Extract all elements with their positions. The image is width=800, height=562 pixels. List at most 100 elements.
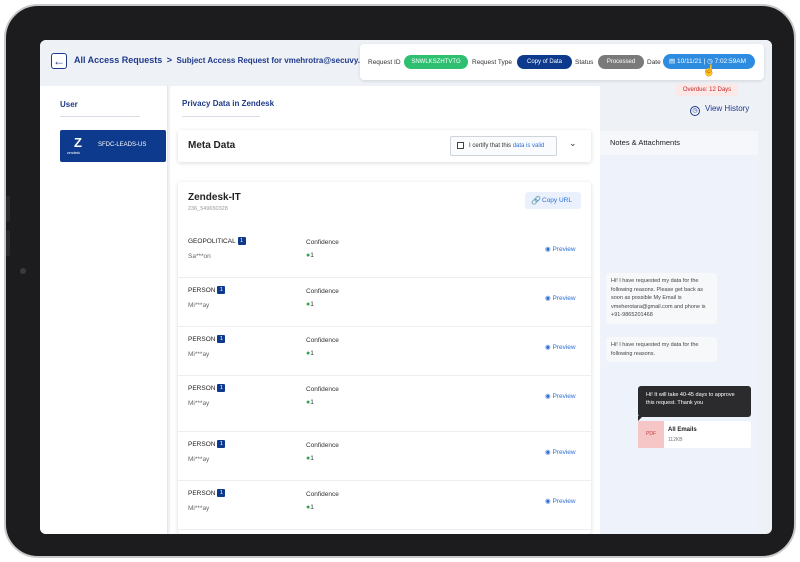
overdue-badge: Overdue: 12 Days xyxy=(676,84,738,96)
tablet-frame: ← All Access Requests > Subject Access R… xyxy=(4,4,796,558)
confidence-value: ●1 xyxy=(306,301,314,308)
breadcrumb: All Access Requests > Subject Access Req… xyxy=(74,55,376,65)
notes-attachments-panel: Notes & Attachments Hi! I have requested… xyxy=(600,131,758,534)
entity-label: PERSON xyxy=(188,385,216,392)
status-badge: Processed xyxy=(598,55,644,69)
confidence-value: ●1 xyxy=(306,350,314,357)
history-clock-icon: ◷ xyxy=(690,106,700,116)
preview-link[interactable]: ◉ Preview xyxy=(545,497,576,505)
chevron-down-icon[interactable]: ⌄ xyxy=(569,138,577,149)
entity-type: GEOPOLITICAL 1 xyxy=(188,237,246,245)
masked-value: Mi***ay xyxy=(188,400,210,407)
preview-link[interactable]: ◉ Preview xyxy=(545,343,576,351)
count-badge: 1 xyxy=(217,335,226,343)
request-id-label: Request ID xyxy=(368,59,401,66)
confidence-number: 1 xyxy=(310,504,314,511)
entity-label: GEOPOLITICAL xyxy=(188,238,236,245)
card-id: 236_549650328 xyxy=(188,206,228,212)
reply-bubble: Hi! It will take 40-45 days to approve t… xyxy=(638,386,751,417)
entity-type: PERSON 1 xyxy=(188,335,226,343)
count-badge: 1 xyxy=(217,440,226,448)
preview-link[interactable]: ◉ Preview xyxy=(545,245,576,253)
entity-type: PERSON 1 xyxy=(188,384,226,392)
status-label: Status xyxy=(575,59,594,66)
confidence-number: 1 xyxy=(310,301,314,308)
back-arrow-icon[interactable]: ← xyxy=(51,53,67,69)
zendesk-logo-text: zendesk xyxy=(67,151,81,155)
confidence-value: ●1 xyxy=(306,455,314,462)
eye-icon: ◉ xyxy=(545,246,551,253)
table-row: PERSON 1 Mi***ay Confidence ●1 ◉ Preview xyxy=(178,327,591,376)
certify-text: I certify that this xyxy=(469,143,512,149)
table-row: PERSON 1 Mi***ay Confidence ●1 ◉ Preview xyxy=(178,481,591,530)
confidence-number: 1 xyxy=(310,399,314,406)
time-value: 7:02:59AM xyxy=(714,58,747,65)
confidence-label: Confidence xyxy=(306,491,339,498)
notes-title: Notes & Attachments xyxy=(610,138,681,147)
source-card-sfdc-leads-us[interactable]: Z zendesk SFDC-LEADS-US xyxy=(60,130,166,162)
masked-value: Mi***ay xyxy=(188,505,210,512)
view-history-link[interactable]: ◷ View History xyxy=(690,104,749,116)
date-value: 10/11/21 xyxy=(676,58,702,65)
confidence-number: 1 xyxy=(310,455,314,462)
front-camera xyxy=(20,268,26,274)
attachment-size: 112KB xyxy=(668,437,683,443)
preview-label: Preview xyxy=(552,295,576,302)
confidence-value: ●1 xyxy=(306,399,314,406)
entity-label: PERSON xyxy=(188,336,216,343)
divider xyxy=(60,116,140,117)
request-type-label: Request Type xyxy=(472,59,512,66)
app-screen: ← All Access Requests > Subject Access R… xyxy=(40,40,772,534)
message-bubble: Hi! I have requested my data for the fol… xyxy=(606,273,717,324)
main-panel: Privacy Data in Zendesk Meta Data I cert… xyxy=(170,86,600,534)
certify-checkbox[interactable]: I certify that this data is valid xyxy=(450,136,557,156)
attachment-item[interactable]: PDF All Emails 112KB xyxy=(638,421,751,448)
eye-icon: ◉ xyxy=(545,498,551,505)
copy-url-label: Copy URL xyxy=(542,197,572,204)
eye-icon: ◉ xyxy=(545,393,551,400)
preview-link[interactable]: ◉ Preview xyxy=(545,294,576,302)
tab-underline xyxy=(182,116,260,117)
date-label: Date xyxy=(647,59,661,66)
request-type-badge: Copy of Data xyxy=(517,55,572,69)
entity-type: PERSON 1 xyxy=(188,440,226,448)
table-row: PERSON 1 Mi***ay Confidence ●1 ◉ Preview xyxy=(178,432,591,481)
count-badge: 1 xyxy=(237,237,246,245)
confidence-value: ●1 xyxy=(306,252,314,259)
confidence-number: 1 xyxy=(310,252,314,259)
certify-highlight: data is valid xyxy=(512,143,545,149)
entity-type: PERSON 1 xyxy=(188,286,226,294)
confidence-label: Confidence xyxy=(306,442,339,449)
preview-link[interactable]: ◉ Preview xyxy=(545,392,576,400)
tab-privacy-data[interactable]: Privacy Data in Zendesk xyxy=(182,99,274,108)
masked-value: Mi***ay xyxy=(188,302,210,309)
copy-url-button[interactable]: 🔗 Copy URL xyxy=(525,192,581,209)
preview-link[interactable]: ◉ Preview xyxy=(545,448,576,456)
entity-type: PERSON 1 xyxy=(188,489,226,497)
confidence-number: 1 xyxy=(310,350,314,357)
link-icon: 🔗 xyxy=(531,196,541,205)
count-badge: 1 xyxy=(217,489,226,497)
top-bar: ← All Access Requests > Subject Access R… xyxy=(40,40,772,84)
zendesk-it-card: Zendesk-IT 236_549650328 🔗 Copy URL GEOP… xyxy=(178,182,591,534)
notes-header: Notes & Attachments xyxy=(600,131,758,155)
attachment-name: All Emails xyxy=(668,427,697,433)
preview-label: Preview xyxy=(552,498,576,505)
breadcrumb-separator: > xyxy=(166,55,172,65)
breadcrumb-current: Subject Access Request for vmehrotra@sec… xyxy=(176,56,377,65)
preview-label: Preview xyxy=(552,344,576,351)
preview-label: Preview xyxy=(552,393,576,400)
confidence-label: Confidence xyxy=(306,386,339,393)
count-badge: 1 xyxy=(217,286,226,294)
checkbox-icon[interactable] xyxy=(457,142,464,149)
hand-cursor-icon: ☝ xyxy=(702,65,716,77)
eye-icon: ◉ xyxy=(545,344,551,351)
masked-value: Sa***on xyxy=(188,253,211,260)
entity-label: PERSON xyxy=(188,287,216,294)
confidence-label: Confidence xyxy=(306,337,339,344)
table-row: GEOPOLITICAL 1 Sa***on Confidence ●1 ◉ Pr… xyxy=(178,229,591,278)
request-id-badge: SNWLKSZHTVTG xyxy=(404,55,468,69)
breadcrumb-all-requests[interactable]: All Access Requests xyxy=(74,55,162,65)
entity-label: PERSON xyxy=(188,490,216,497)
source-name: SFDC-LEADS-US xyxy=(98,142,147,148)
